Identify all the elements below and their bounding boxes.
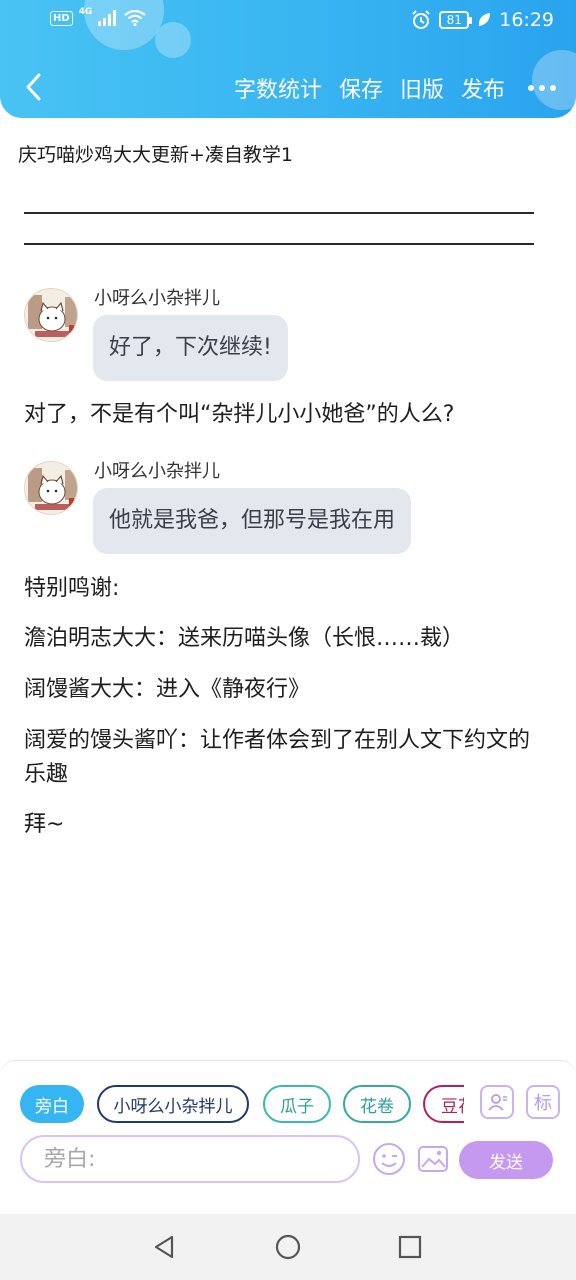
role-chip-character-4[interactable]: 豆花 [423,1085,464,1123]
avatar [24,288,78,342]
role-chip-character-3[interactable]: 花卷 [343,1085,411,1123]
header-actions: 字数统计 保存 旧版 发布 [234,72,556,104]
triangle-back-icon [154,1235,174,1259]
word-count-button[interactable]: 字数统计 [234,72,322,104]
manage-roles-button[interactable] [480,1085,514,1119]
nav-home-button[interactable] [272,1231,304,1263]
top-app-bar: HD 4G 81 16:29 字数统计 保存 旧版 发布 [0,0,576,118]
hd-badge: HD [50,10,73,26]
paragraph-text[interactable]: 拜~ [24,808,544,842]
square-recents-icon [398,1235,422,1259]
paragraph-text[interactable]: 阔爱的馒头酱吖：让作者体会到了在别人文下约文的乐趣 [24,724,544,792]
speaker-name: 小呀么小杂拌儿 [94,461,220,482]
battery-level: 81 [446,13,462,27]
mark-button[interactable]: 标 [526,1085,560,1119]
old-version-button[interactable]: 旧版 [400,72,444,104]
image-button[interactable] [415,1141,451,1177]
battery-indicator: 81 [439,11,473,29]
divider-line-2 [24,243,534,245]
speech-bubble: 好了，下次继续! [93,315,288,381]
nav-recents-button[interactable] [394,1231,426,1263]
nav-back-button[interactable] [148,1231,180,1263]
speech-bubble: 他就是我爸，但那号是我在用 [93,488,412,554]
publish-button[interactable]: 发布 [461,72,505,104]
alarm-icon [412,10,430,29]
composer-panel: 旁白 小呀么小杂拌儿 瓜子 花卷 豆花 标 发送 [0,1060,576,1214]
speaker-name: 小呀么小杂拌儿 [94,288,220,309]
signal-icon [98,10,117,26]
more-menu-button[interactable] [522,85,556,91]
send-button[interactable]: 发送 [459,1141,553,1179]
dialogue-input[interactable] [20,1135,360,1183]
avatar [24,461,78,515]
role-chip-narrator[interactable]: 旁白 [20,1085,84,1123]
emoji-button[interactable] [371,1141,407,1177]
chevron-left-icon [26,73,41,101]
back-button[interactable] [18,70,48,104]
circle-home-icon [275,1234,301,1260]
paragraph-text[interactable]: 澹泊明志大大：送来历喵头像（长恨……裁） [24,622,544,656]
cat-avatar-icon [25,289,77,341]
paragraph-text[interactable]: 阔馒酱大大：进入《静夜行》 [24,673,544,707]
cat-avatar-icon [25,462,77,514]
person-icon [488,1094,507,1111]
role-chip-character-1[interactable]: 小呀么小杂拌儿 [97,1085,249,1123]
save-button[interactable]: 保存 [339,72,383,104]
clock: 16:29 [499,9,554,31]
document-title[interactable]: 庆巧喵炒鸡大大更新+凑自教学1 [18,140,293,167]
divider-line-1 [24,212,534,214]
status-bar: HD 4G 81 16:29 [0,0,576,44]
system-navigation-bar [0,1214,576,1280]
image-icon [418,1146,448,1172]
wifi-icon [124,10,147,26]
paragraph-text[interactable]: 特别鸣谢: [24,572,544,606]
leaf-icon [479,13,491,26]
network-type: 4G [78,7,93,17]
role-chip-character-2[interactable]: 瓜子 [263,1085,331,1123]
paragraph-text[interactable]: 对了，不是有个叫“杂拌儿小小她爸”的人么? [24,398,544,432]
smiley-icon [373,1143,405,1175]
